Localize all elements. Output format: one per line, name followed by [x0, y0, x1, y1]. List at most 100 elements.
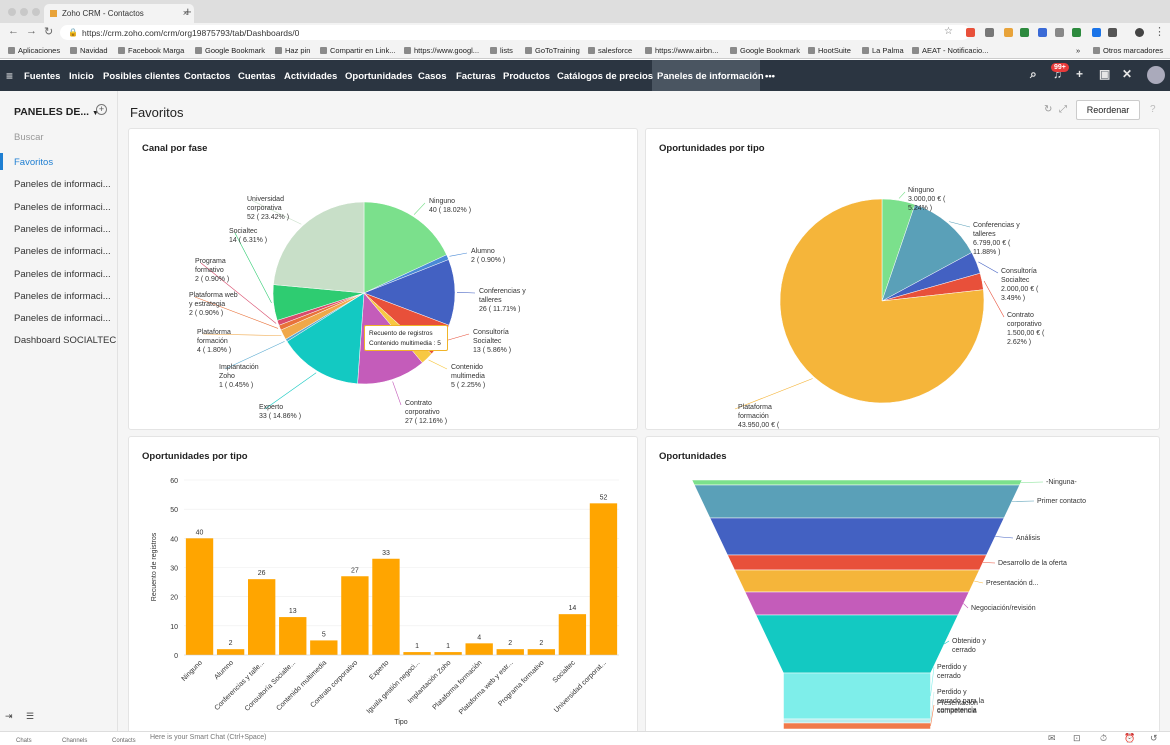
bookmark-item[interactable]: Google Bookmark [730, 46, 800, 55]
sidebar-search[interactable]: Buscar [14, 132, 44, 143]
bookmark-item[interactable]: Navidad [70, 46, 108, 55]
funnel-stage[interactable] [755, 614, 959, 674]
message-icon[interactable]: ✉ [1048, 733, 1056, 744]
nav-tab-7[interactable]: Casos [418, 71, 447, 82]
funnel-stage[interactable] [709, 517, 1005, 556]
collapse-sidebar-icon[interactable]: ⇥ [5, 711, 13, 722]
bookmark-item[interactable]: GoToTraining [525, 46, 580, 55]
sidebar-item-dashboard[interactable]: Paneles de informaci... [14, 224, 111, 235]
calendar-icon[interactable]: ▣ [1099, 67, 1110, 81]
menu-icon[interactable]: ≡ [6, 69, 13, 83]
bar[interactable] [496, 649, 524, 655]
bookmark-star-icon[interactable]: ☆ [944, 26, 953, 37]
bookmark-item[interactable]: lists [490, 46, 513, 55]
new-tab-button[interactable]: + [184, 4, 192, 19]
bookmark-item[interactable]: salesforce [588, 46, 632, 55]
search-icon[interactable]: ⌕ [1030, 67, 1037, 82]
sidebar-item-dashboard[interactable]: Dashboard SOCIALTEC [14, 335, 116, 346]
history-icon[interactable]: ↺ [1150, 733, 1158, 744]
bookmark-item[interactable]: AEAT - Notificacio... [912, 46, 988, 55]
profile-avatar-icon[interactable] [1135, 28, 1144, 37]
funnel-stage[interactable] [783, 722, 931, 730]
bar[interactable] [527, 649, 555, 655]
gamepad-icon[interactable]: ⊡ [1073, 733, 1081, 744]
bookmark-item[interactable]: Compartir en Link... [320, 46, 395, 55]
bar[interactable] [216, 649, 245, 655]
nav-tab-6[interactable]: Oportunidades [345, 71, 413, 82]
extension-icon[interactable] [1004, 28, 1013, 37]
bookmark-item[interactable]: La Palma [862, 46, 904, 55]
bar[interactable] [185, 538, 214, 655]
expand-icon[interactable]: ⤢ [1059, 104, 1067, 115]
more-modules-button[interactable]: ••• [765, 71, 775, 82]
bar[interactable] [589, 503, 618, 655]
funnel-stage[interactable] [744, 591, 970, 616]
sidebar-item-dashboard[interactable]: Paneles de informaci... [14, 246, 111, 257]
bookmark-item[interactable]: https://www.airbn... [645, 46, 718, 55]
bookmark-item[interactable]: Haz pin [275, 46, 310, 55]
setup-tools-icon[interactable]: ✕ [1122, 67, 1132, 81]
forward-icon[interactable]: → [26, 25, 37, 37]
sidebar-item-favoritos[interactable]: Favoritos [14, 157, 53, 168]
funnel-stage[interactable] [691, 479, 1023, 486]
nav-tab-9[interactable]: Productos [503, 71, 550, 82]
bar[interactable] [434, 652, 462, 655]
help-icon[interactable]: ? [1150, 104, 1156, 115]
funnel-stage[interactable] [693, 484, 1021, 519]
nav-tab-10[interactable]: Catálogos de precios [557, 71, 653, 82]
reorder-button[interactable]: Reordenar [1076, 100, 1140, 120]
extension-icon[interactable] [985, 28, 994, 37]
window-maximize-button[interactable] [32, 8, 40, 16]
browser-tab[interactable]: Zoho CRM - Contactos × [44, 4, 194, 23]
extension-icon[interactable] [1072, 28, 1081, 37]
bar[interactable] [341, 576, 369, 655]
sidebar-item-dashboard[interactable]: Paneles de informaci... [14, 291, 111, 302]
sidebar-header[interactable]: PANELES DE... ▼ [14, 106, 99, 118]
reload-icon[interactable]: ↻ [44, 25, 53, 38]
funnel-stage[interactable] [727, 554, 987, 571]
channels-button[interactable]: Channels [62, 738, 87, 744]
sidebar-item-dashboard[interactable]: Paneles de informaci... [14, 269, 111, 280]
extension-icon[interactable] [1020, 28, 1029, 37]
window-close-button[interactable] [8, 8, 16, 16]
chats-button[interactable]: Chats [16, 738, 32, 744]
smart-chat-input[interactable]: Here is your Smart Chat (Ctrl+Space) [150, 734, 267, 741]
alarm-icon[interactable]: ⏰ [1124, 733, 1135, 744]
sidebar-item-dashboard[interactable]: Paneles de informaci... [14, 179, 111, 190]
timer-icon[interactable]: ⏱ [1100, 733, 1107, 744]
nav-tab-11[interactable]: Paneles de información [657, 71, 764, 82]
nav-tab-0[interactable]: Fuentes [24, 71, 60, 82]
extension-icon[interactable] [966, 28, 975, 37]
bookmark-item[interactable]: https://www.googl... [404, 46, 479, 55]
back-icon[interactable]: ← [8, 25, 19, 37]
bookmark-item[interactable]: Facebook Marga [118, 46, 184, 55]
bar[interactable] [279, 617, 307, 655]
bar[interactable] [310, 640, 338, 655]
url-field[interactable]: 🔒 https://crm.zoho.com/crm/org19875793/t… [60, 25, 970, 40]
nav-tab-8[interactable]: Facturas [456, 71, 496, 82]
funnel-stage[interactable] [783, 672, 931, 720]
bar[interactable] [403, 652, 431, 655]
bookmark-item[interactable]: Google Bookmark [195, 46, 265, 55]
bar[interactable] [465, 643, 493, 655]
add-icon[interactable]: + [1076, 67, 1083, 81]
bar[interactable] [248, 579, 276, 655]
extension-icon[interactable] [1055, 28, 1064, 37]
nav-tab-2[interactable]: Posibles clientes [103, 71, 180, 82]
more-bookmarks-button[interactable]: » [1076, 46, 1080, 55]
browser-menu-icon[interactable]: ⋮ [1154, 25, 1165, 38]
window-minimize-button[interactable] [20, 8, 28, 16]
add-dashboard-button[interactable]: + [96, 104, 107, 115]
bar[interactable] [558, 614, 587, 655]
nav-tab-4[interactable]: Cuentas [238, 71, 275, 82]
list-view-icon[interactable]: ☰ [26, 711, 34, 722]
user-avatar[interactable] [1147, 66, 1165, 84]
funnel-stage[interactable] [783, 718, 931, 724]
extension-icon[interactable] [1038, 28, 1047, 37]
contacts-button[interactable]: Contacts [112, 738, 136, 744]
other-bookmarks-folder[interactable]: Otros marcadores [1093, 46, 1163, 55]
funnel-stage[interactable] [734, 569, 980, 593]
extension-icon[interactable] [1108, 28, 1117, 37]
bar[interactable] [372, 558, 400, 655]
bookmark-item[interactable]: HootSuite [808, 46, 851, 55]
